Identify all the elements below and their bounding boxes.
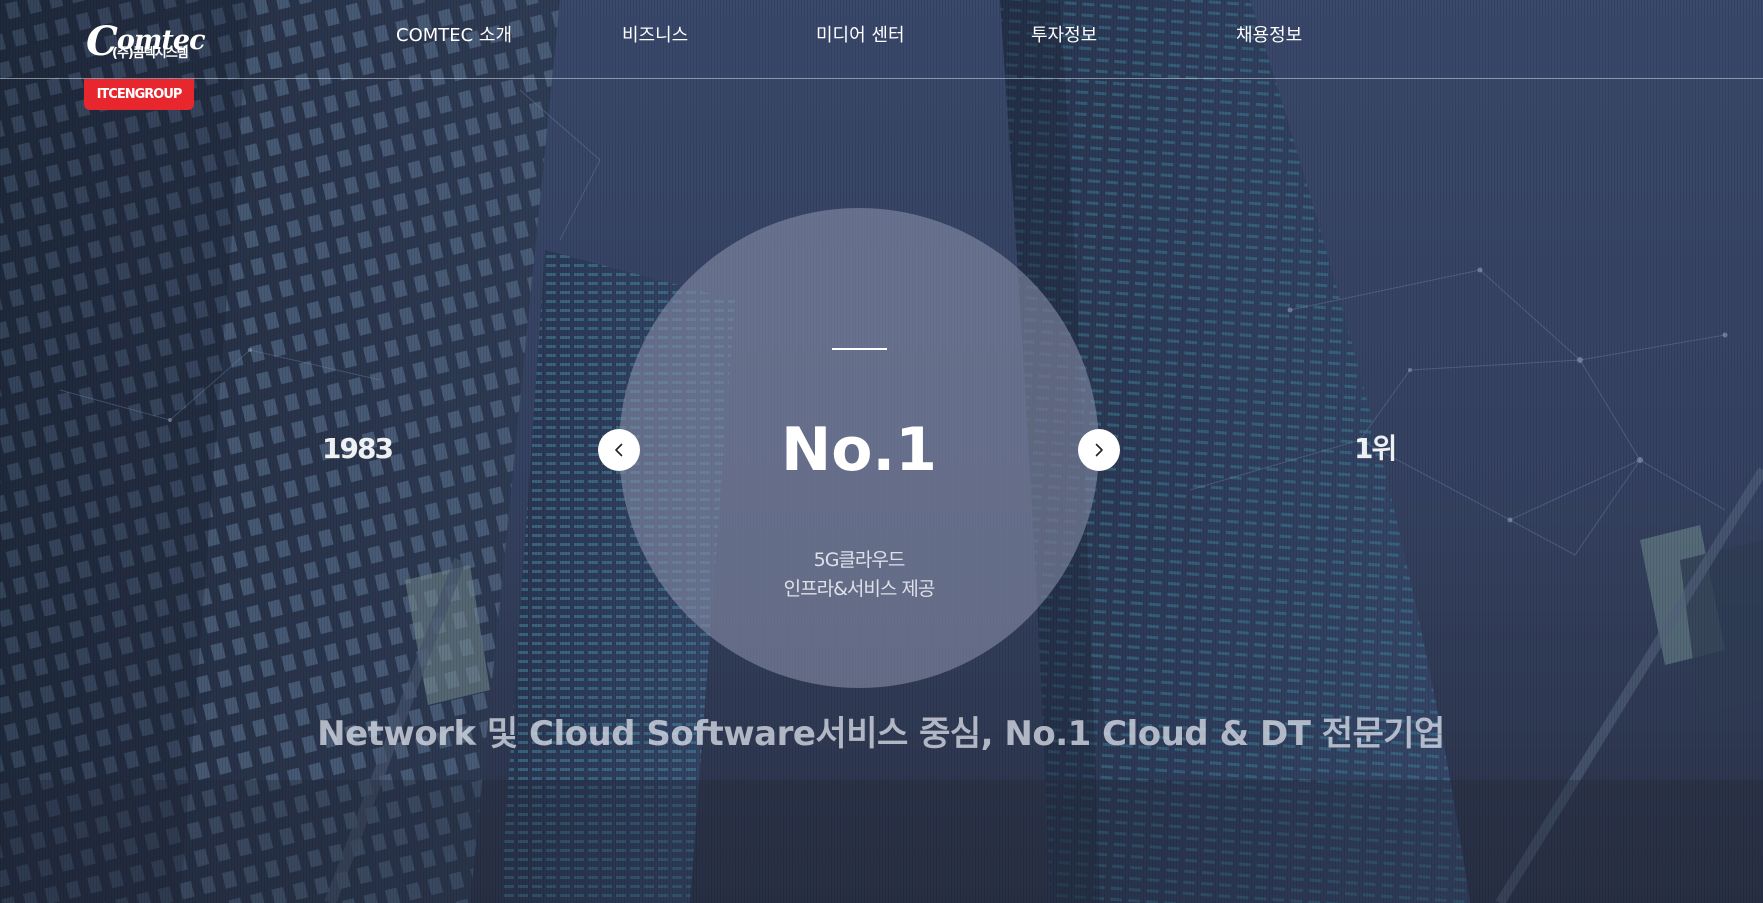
slide-desc-line-2: 인프라&서비스 제공 [783, 578, 936, 600]
slide-description: 5G클라우드 인프라&서비스 제공 [659, 546, 1059, 604]
nav-item-careers[interactable]: 채용정보 [1236, 22, 1302, 50]
slide-prev-button[interactable] [598, 429, 640, 471]
chevron-left-icon [615, 443, 623, 457]
itcen-group-badge[interactable]: ITCENGROUP [84, 79, 194, 110]
logo-subtext: (주)콤텍시스템 [112, 46, 189, 61]
page: Comtec (주)콤텍시스템 COMTEC 소개 비즈니스 미디어 센터 투자… [0, 0, 1763, 903]
slide-next-item[interactable]: 1위 [1354, 429, 1397, 469]
chevron-right-icon [1095, 443, 1103, 457]
nav-item-about[interactable]: COMTEC 소개 [396, 22, 512, 50]
nav-item-investor[interactable]: 투자정보 [1031, 22, 1097, 50]
slide-desc-line-1: 5G클라우드 [813, 549, 906, 571]
nav-item-media-center[interactable]: 미디어 센터 [816, 22, 905, 50]
slide-title: No.1 [781, 415, 937, 485]
slide-next-button[interactable] [1078, 429, 1120, 471]
site-header: Comtec (주)콤텍시스템 COMTEC 소개 비즈니스 미디어 센터 투자… [0, 0, 1763, 79]
comtec-logo[interactable]: Comtec (주)콤텍시스템 [86, 12, 206, 65]
nav-item-business[interactable]: 비즈니스 [622, 22, 688, 50]
slide-prev-item[interactable]: 1983 [322, 429, 394, 469]
hero-tagline: Network 및 Cloud Software서비스 중심, No.1 Clo… [317, 714, 1445, 754]
slide-divider [832, 348, 887, 350]
